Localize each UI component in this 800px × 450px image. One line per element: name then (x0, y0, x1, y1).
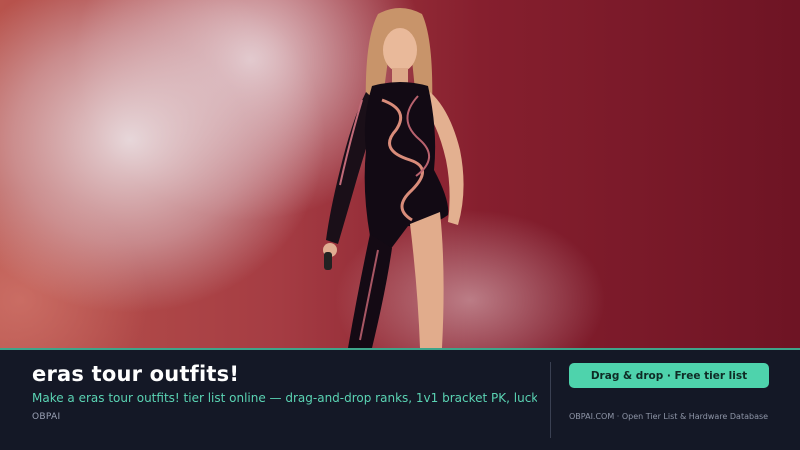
site-tagline: OBPAI.COM · Open Tier List & Hardware Da… (569, 412, 769, 421)
description-text: Make a eras tour outfits! tier list onli… (32, 391, 537, 405)
performer-illustration (323, 8, 464, 348)
brand-label: OBPAI (32, 412, 61, 422)
page-title: eras tour outfits! (32, 362, 240, 386)
free-tier-list-button[interactable]: Drag & drop · Free tier list (569, 363, 769, 388)
hero-image (0, 0, 800, 348)
divider (550, 362, 551, 438)
info-bar: eras tour outfits! Make a eras tour outf… (0, 348, 800, 450)
